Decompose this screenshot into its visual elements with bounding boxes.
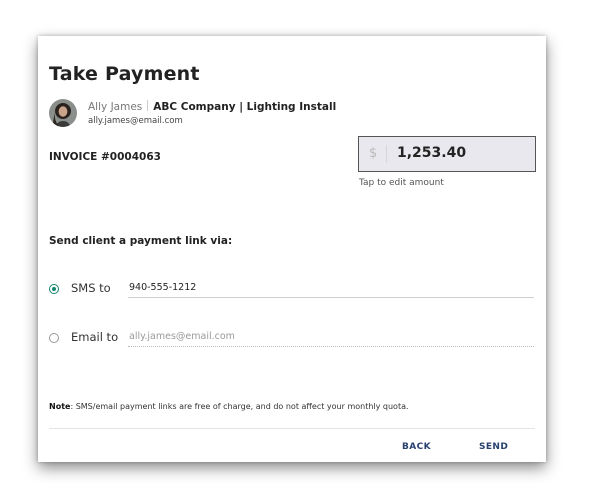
dialog-title: Take Payment (49, 63, 200, 85)
currency-symbol: $ (369, 146, 378, 161)
invoice-number: INVOICE #0004063 (49, 151, 161, 163)
avatar-photo-icon (49, 99, 77, 127)
send-via-label: Send client a payment link via: (49, 235, 233, 247)
amount-value: 1,253.40 (397, 145, 467, 161)
back-button[interactable]: BACK (402, 442, 431, 452)
sms-label[interactable]: SMS to (71, 281, 111, 295)
currency-separator (386, 145, 387, 163)
client-avatar (49, 99, 77, 127)
amount-hint: Tap to edit amount (359, 178, 444, 188)
sms-radio[interactable] (49, 284, 59, 294)
send-button[interactable]: SEND (479, 442, 508, 452)
client-info-separator (147, 100, 149, 111)
sms-phone-field[interactable]: 940-555-1212 (128, 282, 534, 298)
email-radio[interactable] (49, 333, 59, 343)
note-prefix: Note (49, 402, 71, 411)
client-email: ally.james@email.com (88, 116, 183, 126)
note-text: : SMS/email payment links are free of ch… (70, 402, 409, 411)
client-company: ABC Company | Lighting Install (153, 101, 337, 113)
email-address-field[interactable]: ally.james@email.com (128, 331, 534, 347)
payment-link-note: Note: SMS/email payment links are free o… (49, 402, 409, 411)
amount-input[interactable]: $ 1,253.40 (358, 136, 536, 172)
footer-divider (49, 428, 535, 429)
email-label[interactable]: Email to (71, 330, 118, 344)
take-payment-dialog: Take Payment Ally James ABC Company | Lig… (38, 36, 546, 462)
client-name: Ally James (88, 101, 143, 113)
client-info: Ally James ABC Company | Lighting Install (88, 100, 336, 113)
